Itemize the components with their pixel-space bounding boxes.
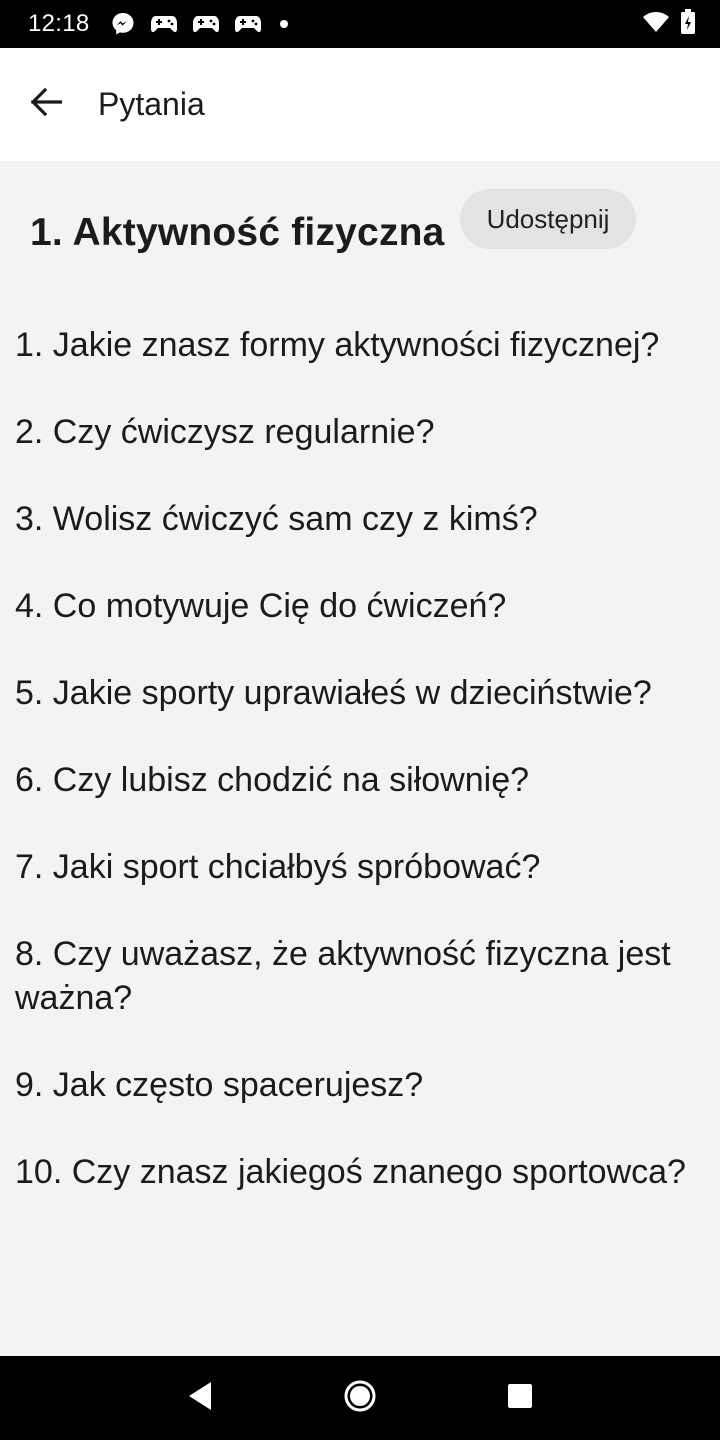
question-item: 10. Czy znasz jakiegoś znanego sportowca… <box>15 1153 686 1191</box>
question-item: 1. Jakie znasz formy aktywności fizyczne… <box>15 326 660 364</box>
game-controller-icon <box>234 13 262 35</box>
page-title: Pytania <box>98 86 205 122</box>
app-bar: Pytania <box>0 48 720 161</box>
status-time: 12:18 <box>28 10 90 37</box>
question-item: 3. Wolisz ćwiczyć sam czy z kimś? <box>15 500 538 538</box>
recents-square-icon <box>507 1383 533 1414</box>
system-navigation-bar <box>0 1356 720 1440</box>
back-triangle-icon <box>187 1381 213 1416</box>
question-item: 6. Czy lubisz chodzić na siłownię? <box>15 761 530 799</box>
battery-icon <box>680 8 696 40</box>
home-circle-icon <box>343 1379 377 1418</box>
arrow-left-icon <box>30 87 63 121</box>
section-title: 1. Aktywność fizyczna <box>30 211 445 254</box>
wifi-icon <box>642 10 670 39</box>
question-item: 9. Jak często spacerujesz? <box>15 1066 424 1104</box>
question-item: 5. Jakie sporty uprawiałeś w dzieciństwi… <box>15 674 652 712</box>
question-item: 4. Co motywuje Cię do ćwiczeń? <box>15 587 507 625</box>
question-item: 7. Jaki sport chciałbyś spróbować? <box>15 848 541 886</box>
system-icons <box>642 8 696 40</box>
nav-home-button[interactable] <box>330 1368 390 1428</box>
game-controller-icon <box>150 13 178 35</box>
question-item: 8. Czy uważasz, że aktywność fizyczna je… <box>15 935 671 1017</box>
game-controller-icon <box>192 13 220 35</box>
back-button[interactable] <box>14 73 78 137</box>
share-button[interactable]: Udostępnij <box>460 189 636 249</box>
status-bar: 12:18 <box>0 0 720 48</box>
messenger-icon <box>110 11 136 37</box>
questions-content[interactable]: 1. Aktywność fizyczna Udostępnij 1. Jaki… <box>0 161 720 1356</box>
nav-back-button[interactable] <box>170 1368 230 1428</box>
notification-icons <box>110 11 288 37</box>
questions-list: 1. Jakie znasz formy aktywności fizyczne… <box>15 323 695 1237</box>
notification-dot-icon <box>279 20 288 28</box>
section-header: 1. Aktywność fizyczna <box>30 211 445 255</box>
question-item: 2. Czy ćwiczysz regularnie? <box>15 413 435 451</box>
nav-recents-button[interactable] <box>490 1368 550 1428</box>
